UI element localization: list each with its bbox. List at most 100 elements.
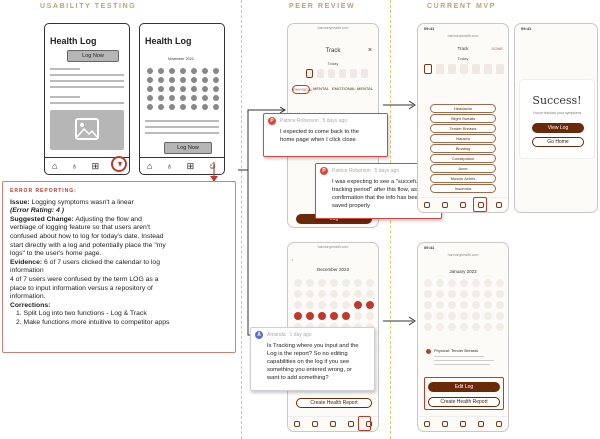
- symptom-headache[interactable]: Headache: [430, 104, 496, 113]
- create-health-report-button[interactable]: Create Health Report: [296, 398, 372, 408]
- logs-icon[interactable]: [496, 202, 502, 208]
- comment-text: something you entered wrong, or: [267, 367, 352, 373]
- home-icon[interactable]: ⌂: [147, 161, 152, 171]
- done-button[interactable]: DONE: [491, 46, 503, 51]
- week-row[interactable]: [306, 69, 368, 78]
- symptom-slight-sweats[interactable]: Slight Sweats: [430, 114, 496, 123]
- home-icon[interactable]: ⌂: [52, 161, 57, 171]
- comment-text: home page when I click close: [280, 137, 356, 143]
- add-icon[interactable]: ⊞: [187, 161, 195, 172]
- symptom-nausea[interactable]: Nausea: [430, 134, 496, 143]
- section-title-peer: PEER REVIEW: [289, 3, 356, 10]
- bottom-nav: [418, 416, 508, 431]
- section-divider: [390, 0, 391, 439]
- learn-icon[interactable]: [442, 202, 448, 208]
- tab-mental[interactable]: MENTAL: [312, 85, 330, 94]
- wireframe-title: Health Log: [50, 36, 97, 46]
- tab-physical[interactable]: PHYSICAL: [292, 85, 313, 94]
- image-placeholder: [50, 110, 124, 150]
- comment-text: Log is the report? So no editing: [267, 351, 348, 357]
- placeholder-line: [434, 360, 494, 361]
- placeholder-line: [145, 120, 219, 122]
- wireframe-health-log: Health Log Log Now ⌂♁⊞☺: [44, 23, 130, 175]
- week-row[interactable]: [424, 64, 504, 74]
- placeholder-line: [145, 126, 219, 128]
- track-icon[interactable]: [348, 421, 354, 427]
- calendar-grid[interactable]: [147, 68, 219, 110]
- calendar-week[interactable]: [294, 312, 374, 320]
- symptom-muscle-aches[interactable]: Muscle Aches: [430, 174, 496, 183]
- calendar-week[interactable]: [424, 301, 504, 309]
- correction-item: 2. Make functions more intuitive to comp…: [16, 318, 170, 326]
- symptom-constipation[interactable]: Constipation: [430, 154, 496, 163]
- stethoscope-icon[interactable]: ♁: [166, 161, 173, 171]
- home-icon[interactable]: [424, 421, 430, 427]
- status-time: 09:41: [424, 245, 435, 250]
- error-report-title: ERROR REPORTING:: [10, 188, 77, 194]
- close-icon[interactable]: ×: [368, 47, 372, 54]
- comment-text: want to add something?: [267, 375, 329, 381]
- calendar-week[interactable]: [424, 290, 504, 298]
- tracker-icon[interactable]: [330, 421, 336, 427]
- evidence-text: information.: [10, 293, 46, 301]
- mvp-success-screen: 09:41 Success! You've tracked your sympt…: [514, 23, 598, 213]
- logs-icon[interactable]: [496, 421, 502, 427]
- log-now-button[interactable]: Log Now: [164, 142, 212, 154]
- placeholder-line: [434, 356, 484, 357]
- symptom-insomnia[interactable]: Insomnia: [430, 184, 496, 193]
- url-bar: harmonyhealth.com: [447, 34, 479, 38]
- section-title-mvp: CURRENT MVP: [427, 3, 496, 10]
- calendar-week[interactable]: [424, 312, 504, 320]
- placeholder-line: [50, 68, 80, 70]
- symptom-acne[interactable]: Acne: [430, 164, 496, 173]
- calendar-month: November 2023: [168, 57, 194, 61]
- suggested-text: Adjusting the flow and: [75, 215, 142, 223]
- evidence-text: information: [10, 267, 44, 275]
- calendar-week[interactable]: [424, 323, 504, 331]
- highlight-action-buttons: [424, 377, 504, 410]
- correction-item: 1. Split Log into two functions - Log & …: [16, 310, 147, 318]
- calendar-week[interactable]: [294, 301, 374, 309]
- highlight-logs-tab: [358, 416, 371, 431]
- add-icon[interactable]: ⊞: [92, 161, 100, 172]
- review-comment: P Patrice Roberson 5 days ago I expected t…: [263, 113, 388, 157]
- calendar-week[interactable]: [294, 279, 374, 287]
- calendar-week[interactable]: [294, 290, 374, 298]
- error-report-panel: ERROR REPORTING: Issue: Logging symptoms…: [2, 181, 236, 353]
- bottom-nav: [418, 197, 508, 212]
- stethoscope-icon[interactable]: ♁: [71, 161, 78, 171]
- tab-emotional[interactable]: EMOTIONAL: [332, 85, 356, 94]
- learn-icon[interactable]: [442, 421, 448, 427]
- evidence-text: 4 of 7 users were confused by the term L…: [10, 275, 159, 283]
- view-log-button[interactable]: View Log: [532, 123, 584, 133]
- comment-author: Patrice Roberson: [280, 118, 319, 124]
- comment-text: I expected to come back to the: [280, 129, 359, 135]
- suggested-text: confused about how to log for today's da…: [10, 232, 164, 240]
- placeholder-line: [50, 80, 124, 82]
- go-home-button[interactable]: Go Home: [532, 137, 584, 147]
- flow-arrow: [383, 316, 416, 326]
- home-icon[interactable]: [424, 202, 430, 208]
- tab-row[interactable]: PHYSICAL MENTAL EMOTIONAL MENTAL: [292, 85, 374, 94]
- highlight-track-tab: [473, 197, 487, 212]
- suggested-text: logs" to the user's home page.: [10, 250, 102, 258]
- placeholder-line: [145, 132, 219, 134]
- tracker-icon[interactable]: [460, 202, 466, 208]
- url-bar: harmonyhealth.com: [317, 26, 349, 30]
- placeholder-line: [434, 364, 490, 365]
- wireframe-title: Health Log: [145, 36, 192, 46]
- log-now-button[interactable]: Log Now: [67, 50, 119, 62]
- tab-mental[interactable]: MENTAL: [356, 85, 374, 94]
- calendar-prev-icon[interactable]: ‹: [292, 257, 293, 262]
- evidence-text: 6 of 7 users clicked the calendar to log: [44, 258, 160, 266]
- symptom-tender-breasts[interactable]: Tender Breasts: [430, 124, 496, 133]
- tracker-icon[interactable]: [460, 421, 466, 427]
- track-icon[interactable]: [478, 421, 484, 427]
- calendar-week[interactable]: [424, 279, 504, 287]
- placeholder-line: [50, 96, 80, 98]
- symptom-bloating[interactable]: Bloating: [430, 144, 496, 153]
- flow-arrow: [383, 100, 416, 110]
- comment-author: Patrice Roberson: [332, 168, 371, 174]
- learn-icon[interactable]: [312, 421, 318, 427]
- home-icon[interactable]: [294, 421, 300, 427]
